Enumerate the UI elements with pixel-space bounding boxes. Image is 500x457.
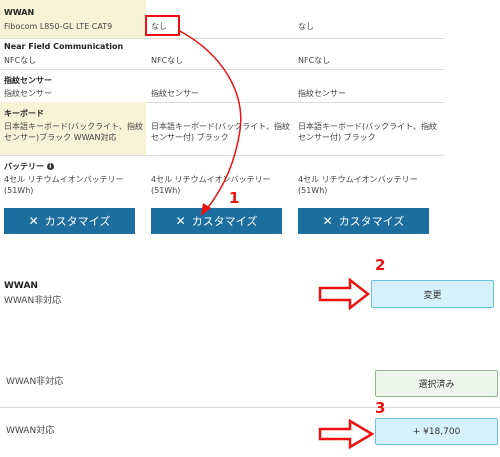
annotation-number-2: 2 [375, 256, 386, 274]
annotation-number-3: 3 [375, 399, 386, 417]
annotation-overlay [177, 29, 375, 450]
annotation-block-arrow-2 [318, 277, 371, 311]
annotation-block-arrow-3 [318, 418, 375, 450]
annotation-number-1: 1 [229, 189, 240, 207]
annotation-curve-arrow [177, 29, 242, 211]
